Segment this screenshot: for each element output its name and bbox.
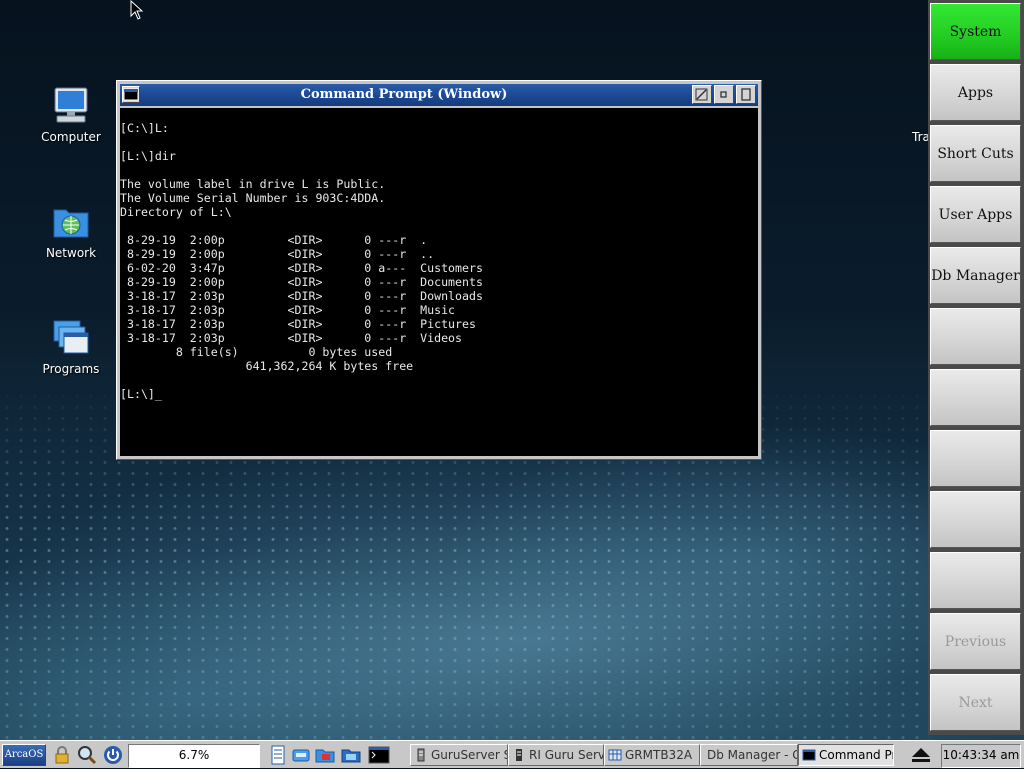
taskbar-task-active[interactable]: Command Pr [798,744,894,766]
minimize-icon[interactable] [714,85,734,104]
server-icon [417,748,425,762]
network-folder-icon [51,202,91,242]
terminal-line: The Volume Serial Number is 903C:4DDA. [120,191,386,205]
launch-button-system[interactable]: System [930,3,1021,60]
command-prompt-icon[interactable] [366,744,392,766]
clock: 10:43:34 am [941,744,1021,768]
terminal-line: Directory of L:\ [120,205,232,219]
terminal-line: The volume label in drive L is Public. [120,177,386,191]
launch-button-short-cuts[interactable]: Short Cuts [930,125,1021,182]
computer-icon [51,86,91,126]
task-label: Db Manager - G [707,748,798,762]
hide-icon[interactable] [692,85,712,104]
lock-icon[interactable] [52,744,72,766]
launch-button-apps[interactable]: Apps [930,64,1021,121]
task-label: Command Pr [819,748,894,762]
launch-button-empty-9[interactable] [930,552,1021,609]
terminal-line: [L:\]dir [120,149,176,163]
terminal-line: [C:\]L: [120,121,169,135]
launch-button-next: Next [930,674,1021,731]
terminal-output[interactable]: [C:\]L: [L:\]dir The volume label in drive… [120,108,758,456]
terminal-line: [L:\]_ [120,387,162,401]
task-label: GuruServer S [431,748,508,762]
window-title: Command Prompt (Window) [300,87,508,102]
terminal-line: 3-18-17 2:03p <DIR> 0 ---r Downloads [120,289,483,303]
desktop-icon-network[interactable]: Network [26,202,116,260]
launch-button-empty-7[interactable] [930,430,1021,487]
folder-icon[interactable] [340,744,362,766]
desktop-icon-programs[interactable]: Programs [26,318,116,376]
cpu-load-meter: 6.7% [128,744,260,768]
command-prompt-window[interactable]: Command Prompt (Window) [C:\]L: [L:\]dir T… [116,80,762,460]
launch-button-user-apps[interactable]: User Apps [930,186,1021,243]
server-icon [516,749,522,761]
taskbar-task[interactable]: GRMTB32A [604,744,700,766]
grid-window-icon [608,749,622,761]
taskbar-task[interactable]: Db Manager - G [700,744,798,766]
task-label: GRMTB32A [625,748,693,762]
start-button[interactable]: ArcaOS [2,744,46,766]
terminal-line: 6-02-20 3:47p <DIR> 0 a--- Customers [120,261,483,275]
window-titlebar[interactable]: Command Prompt (Window) [120,84,758,106]
terminal-line: 8-29-19 2:00p <DIR> 0 ---r Documents [120,275,483,289]
terminal-line: 641,362,264 K bytes free [120,359,414,373]
launch-panel: System Apps Short Cuts User Apps Db Manager P… [928,0,1024,735]
launch-button-empty-8[interactable] [930,491,1021,548]
task-label: RI Guru Serve [529,748,603,762]
drives-icon[interactable] [290,744,312,766]
desktop-icon-label: Computer [41,130,101,144]
desktop-icon-computer[interactable]: Computer [26,86,116,144]
mouse-cursor-icon [130,0,144,20]
terminal-line: 8-29-19 2:00p <DIR> 0 ---r .. [120,247,435,261]
launch-button-previous: Previous [930,613,1021,670]
desktop-icon-label: Programs [42,362,100,376]
maximize-icon[interactable] [736,85,756,104]
launch-button-db-manager[interactable]: Db Manager [930,247,1021,304]
terminal-line: 8-29-19 2:00p <DIR> 0 ---r . [120,233,428,247]
terminal-line: 8 file(s) 0 bytes used [120,345,393,359]
cpu-load-value: 6.7% [178,748,210,762]
search-icon[interactable] [76,744,98,766]
command-prompt-icon [802,749,816,761]
eject-icon[interactable] [906,744,936,766]
taskbar-task[interactable]: RI Guru Serve [508,744,604,766]
folder-icon[interactable] [314,744,336,766]
launch-button-empty-6[interactable] [930,369,1021,426]
window-list-icon[interactable] [268,744,288,766]
programs-folder-icon [51,318,91,358]
terminal-line: 3-18-17 2:03p <DIR> 0 ---r Videos [120,331,463,345]
taskbar-task[interactable]: GuruServer S [410,744,508,766]
launch-button-empty-5[interactable] [930,308,1021,365]
power-icon[interactable] [102,744,124,766]
taskbar: ArcaOS 6.7% GuruServer S RI Guru Serve G… [0,740,1024,768]
terminal-line: 3-18-17 2:03p <DIR> 0 ---r Pictures [120,317,476,331]
terminal-line: 3-18-17 2:03p <DIR> 0 ---r Music [120,303,456,317]
desktop-icon-label: Network [45,246,97,260]
